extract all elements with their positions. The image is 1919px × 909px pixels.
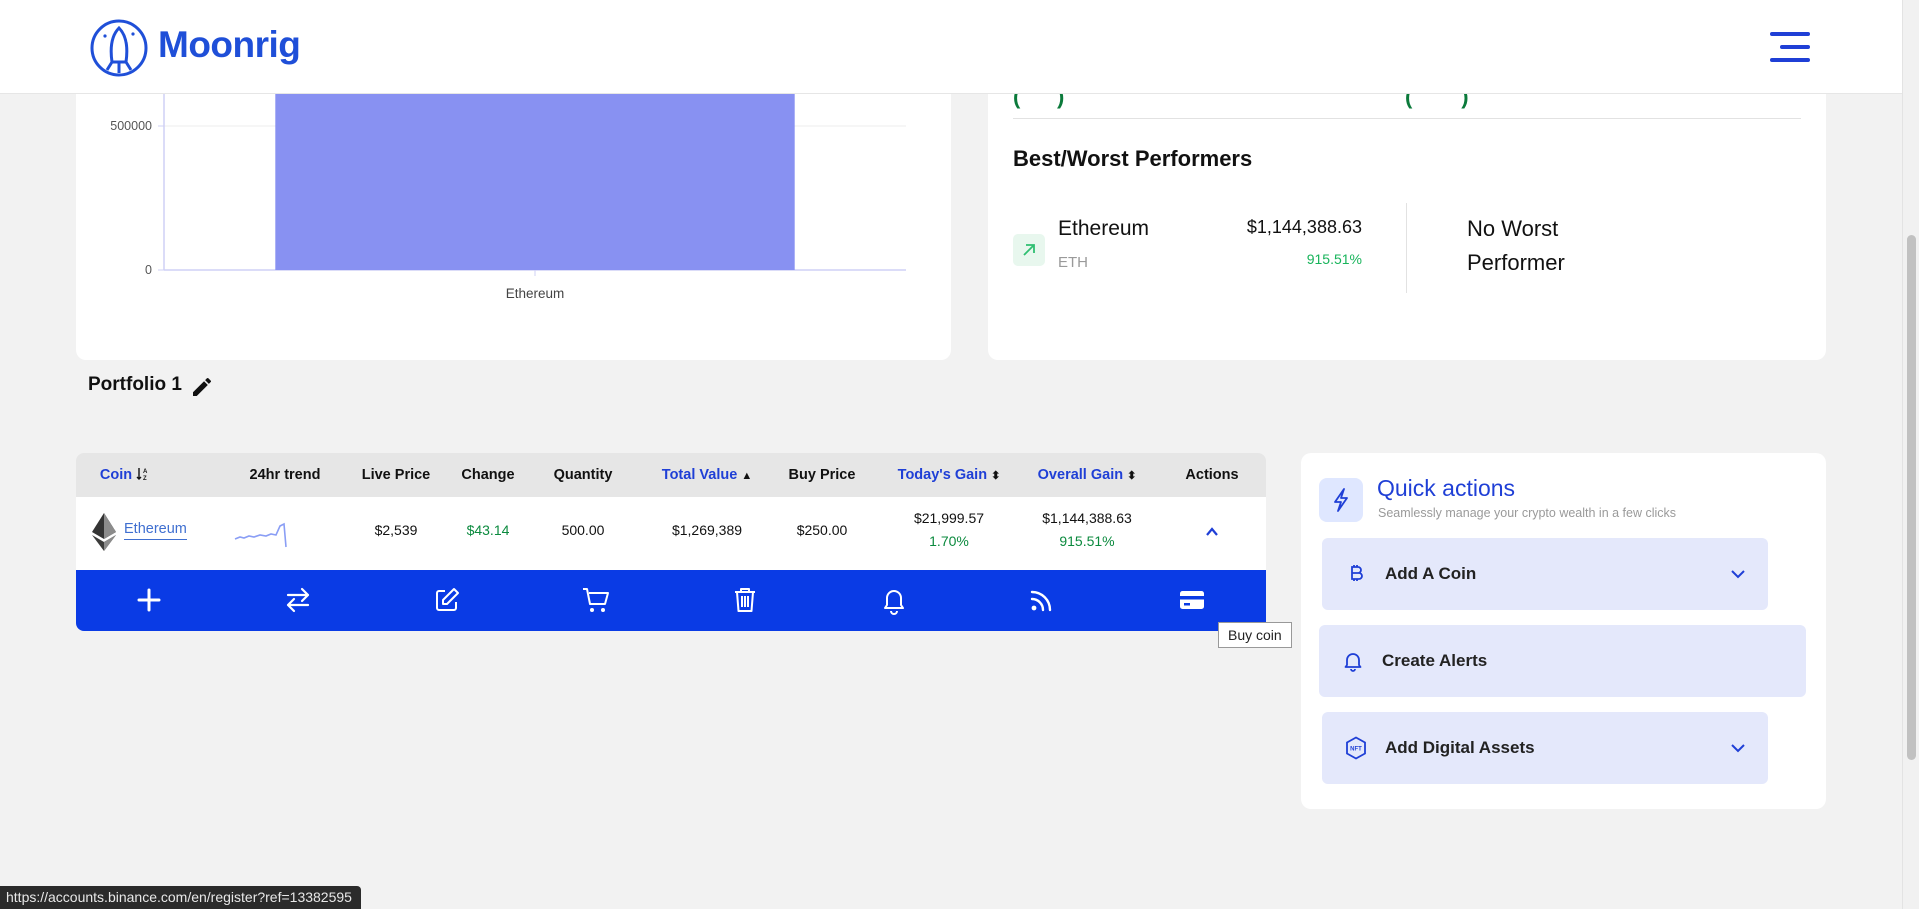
col-todays-gain-label: Today's Gain — [897, 467, 988, 483]
y-tick-label: 500000 — [110, 119, 152, 133]
cell-overall-gain: $1,144,388.63 — [1042, 510, 1132, 526]
performers-divider — [1013, 118, 1801, 119]
y-tick-label: 0 — [145, 263, 152, 277]
trend-sparkline — [234, 522, 287, 548]
col-actions: Actions — [1185, 467, 1239, 483]
col-buy-price: Buy Price — [788, 467, 856, 483]
performers-title: Best/Worst Performers — [1013, 146, 1253, 171]
cell-todays-gain: $21,999.57 — [913, 510, 985, 526]
cart-icon[interactable] — [580, 584, 612, 616]
cell-total-value: $1,269,389 — [671, 522, 743, 538]
status-bar-url: https://accounts.binance.com/en/register… — [0, 886, 361, 909]
svg-text:A: A — [143, 469, 148, 475]
lightning-icon — [1319, 478, 1363, 522]
hamburger-menu-icon[interactable] — [1770, 32, 1810, 62]
scrollbar-thumb[interactable] — [1907, 235, 1916, 760]
chevron-up-icon[interactable] — [1205, 525, 1219, 539]
row-actions-bar — [76, 570, 1266, 631]
sort-az-icon[interactable]: AZ — [136, 467, 150, 482]
trash-icon[interactable] — [729, 584, 761, 616]
table-row: Ethereum $2,539 $43.14 500.00 $1,269,389… — [76, 497, 1266, 570]
buy-coin-tooltip: Buy coin — [1218, 622, 1292, 648]
moonrig-logo-icon[interactable] — [89, 18, 149, 78]
top-header: Moonrig — [0, 0, 1902, 94]
cell-live-price: $2,539 — [374, 522, 418, 538]
col-overall-gain-label: Overall Gain — [1037, 467, 1124, 483]
cell-quantity: 500.00 — [561, 522, 605, 538]
edit-pencil-icon[interactable] — [190, 375, 214, 399]
col-todays-gain[interactable]: Today's Gain ⬍ — [884, 453, 1014, 497]
brand-name[interactable]: Moonrig — [158, 24, 301, 66]
bell-icon — [1344, 653, 1362, 672]
performers-vertical-divider — [1406, 203, 1407, 293]
trend-up-arrow-icon — [1013, 234, 1045, 266]
credit-card-icon[interactable] — [1176, 584, 1208, 616]
sort-icon[interactable]: ⬍ — [991, 470, 1000, 482]
best-performer-name: Ethereum — [1058, 217, 1150, 240]
col-24hr-trend: 24hr trend — [249, 467, 321, 483]
col-overall-gain[interactable]: Overall Gain ⬍ — [1022, 453, 1152, 497]
col-quantity: Quantity — [553, 467, 613, 483]
cell-buy-price: $250.00 — [796, 522, 848, 538]
coin-link-ethereum[interactable]: Ethereum — [124, 521, 187, 540]
rss-icon[interactable] — [1026, 584, 1058, 616]
svg-text:NFT: NFT — [1350, 747, 1362, 753]
quick-actions-subtitle: Seamlessly manage your crypto wealth in … — [1378, 506, 1677, 520]
sort-icon[interactable]: ▲ — [741, 470, 752, 482]
bitcoin-icon — [1351, 565, 1363, 581]
quick-action-add-coin[interactable]: Add A Coin — [1322, 538, 1768, 610]
col-coin[interactable]: Coin AZ — [90, 453, 160, 497]
bar-chart: 05000001000000Ethereum — [110, 60, 906, 301]
holdings-table-header: Coin AZ 24hr trend Live Price Change Qua… — [76, 453, 1266, 497]
plus-icon[interactable] — [133, 584, 165, 616]
best-performer-value: $1,144,388.63 — [1246, 217, 1362, 237]
sort-icon[interactable]: ⬍ — [1127, 470, 1136, 482]
cell-change: $43.14 — [466, 522, 510, 538]
worst-performer-text: No Worst Performer — [1467, 216, 1565, 275]
ethereum-icon — [92, 513, 116, 551]
col-total-value-label: Total Value — [661, 467, 738, 483]
cell-overall-gain-pct: 915.51% — [1059, 533, 1115, 549]
col-live-price: Live Price — [361, 467, 431, 483]
portfolio-title: Portfolio 1 — [88, 374, 182, 395]
swap-icon[interactable] — [282, 584, 314, 616]
x-tick-label: Ethereum — [506, 286, 565, 301]
quick-action-create-alerts[interactable]: Create Alerts — [1319, 625, 1806, 697]
chevron-down-icon[interactable] — [1730, 566, 1746, 582]
best-performer-percent: 915.51% — [1306, 251, 1362, 267]
col-total-value[interactable]: Total Value ▲ — [642, 453, 772, 497]
quick-action-label: Add Digital Assets — [1385, 738, 1535, 757]
edit-icon[interactable] — [431, 584, 463, 616]
nft-icon: NFT — [1346, 736, 1366, 760]
quick-action-label: Create Alerts — [1382, 651, 1488, 670]
page-scrollbar[interactable] — [1902, 0, 1919, 909]
portfolio-chart-card: 05000001000000Ethereum — [76, 60, 951, 360]
col-coin-label: Coin — [99, 467, 133, 483]
best-performer-symbol: ETH — [1058, 254, 1088, 271]
chevron-down-icon[interactable] — [1730, 740, 1746, 756]
bell-icon[interactable] — [878, 584, 910, 616]
col-change: Change — [461, 467, 515, 483]
svg-text:Z: Z — [143, 476, 147, 481]
quick-actions-title: Quick actions — [1377, 475, 1516, 501]
quick-action-add-digital-assets[interactable]: NFT Add Digital Assets — [1322, 712, 1768, 784]
quick-action-label: Add A Coin — [1385, 564, 1477, 583]
cell-todays-gain-pct: 1.70% — [929, 533, 969, 549]
